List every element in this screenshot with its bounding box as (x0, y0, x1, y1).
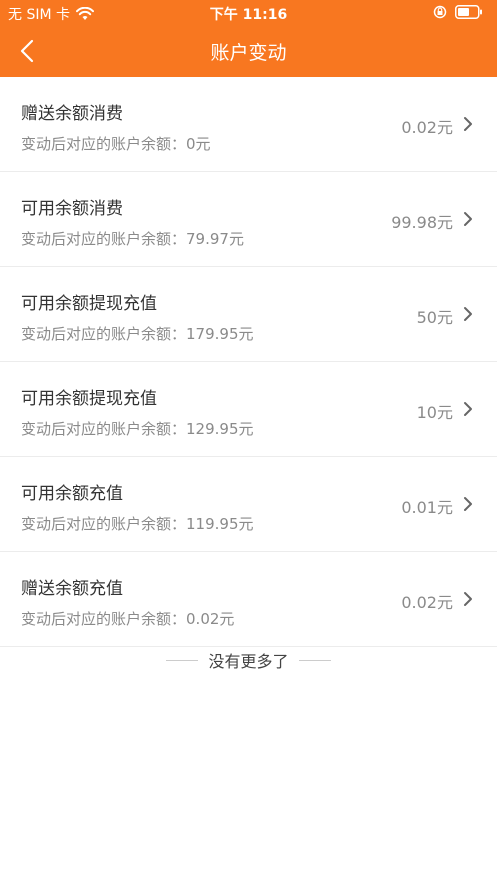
no-more-text: 没有更多了 (208, 652, 289, 671)
transaction-row[interactable]: 赠送余额消费 变动后对应的账户余额：0元 0.02元 (0, 77, 497, 172)
transaction-title: 赠送余额充值 (21, 579, 123, 599)
chevron-right-icon (464, 307, 472, 321)
transaction-amount: 0.01元 (401, 498, 453, 517)
battery-icon (455, 5, 482, 19)
balance-after-label: 变动后对应的账户余额：129.95元 (21, 420, 254, 438)
balance-after-label: 变动后对应的账户余额：179.95元 (21, 325, 254, 343)
transaction-title: 可用余额提现充值 (21, 294, 157, 314)
app-header: 无 SIM 卡 下午 11:16 账户变动 (0, 0, 497, 77)
chevron-right-icon (464, 117, 472, 131)
transaction-amount: 0.02元 (401, 593, 453, 612)
divider-left (166, 659, 199, 661)
transaction-title: 可用余额充值 (21, 484, 123, 504)
transaction-title: 赠送余额消费 (21, 104, 123, 124)
nav-bar: 账户变动 (0, 26, 497, 77)
chevron-right-icon (464, 402, 472, 416)
transaction-amount: 50元 (416, 308, 453, 327)
transaction-row[interactable]: 可用余额消费 变动后对应的账户余额：79.97元 99.98元 (0, 172, 497, 267)
rotation-lock-icon (433, 5, 447, 19)
balance-after-label: 变动后对应的账户余额：0元 (21, 135, 211, 153)
transaction-list: 赠送余额消费 变动后对应的账户余额：0元 0.02元 可用余额消费 变动后对应的… (0, 77, 497, 647)
transaction-row[interactable]: 赠送余额充值 变动后对应的账户余额：0.02元 0.02元 (0, 552, 497, 647)
chevron-right-icon (464, 497, 472, 511)
balance-after-label: 变动后对应的账户余额：79.97元 (21, 230, 244, 248)
transaction-title: 可用余额提现充值 (21, 389, 157, 409)
status-right (433, 5, 483, 19)
list-end-indicator: 没有更多了 (0, 648, 497, 672)
chevron-right-icon (464, 212, 472, 226)
divider-right (298, 659, 331, 661)
transaction-amount: 99.98元 (391, 213, 453, 232)
transaction-row[interactable]: 可用余额提现充值 变动后对应的账户余额：179.95元 50元 (0, 267, 497, 362)
status-time: 下午 11:16 (209, 7, 288, 23)
transaction-row[interactable]: 可用余额提现充值 变动后对应的账户余额：129.95元 10元 (0, 362, 497, 457)
transaction-amount: 10元 (416, 403, 453, 422)
transaction-amount: 0.02元 (401, 118, 453, 137)
transaction-title: 可用余额消费 (21, 199, 123, 219)
page-title: 账户变动 (210, 42, 287, 64)
balance-after-label: 变动后对应的账户余额：0.02元 (21, 610, 235, 628)
chevron-right-icon (464, 592, 472, 606)
status-bar: 无 SIM 卡 下午 11:16 (0, 0, 497, 26)
transaction-row[interactable]: 可用余额充值 变动后对应的账户余额：119.95元 0.01元 (0, 457, 497, 552)
balance-after-label: 变动后对应的账户余额：119.95元 (21, 515, 254, 533)
